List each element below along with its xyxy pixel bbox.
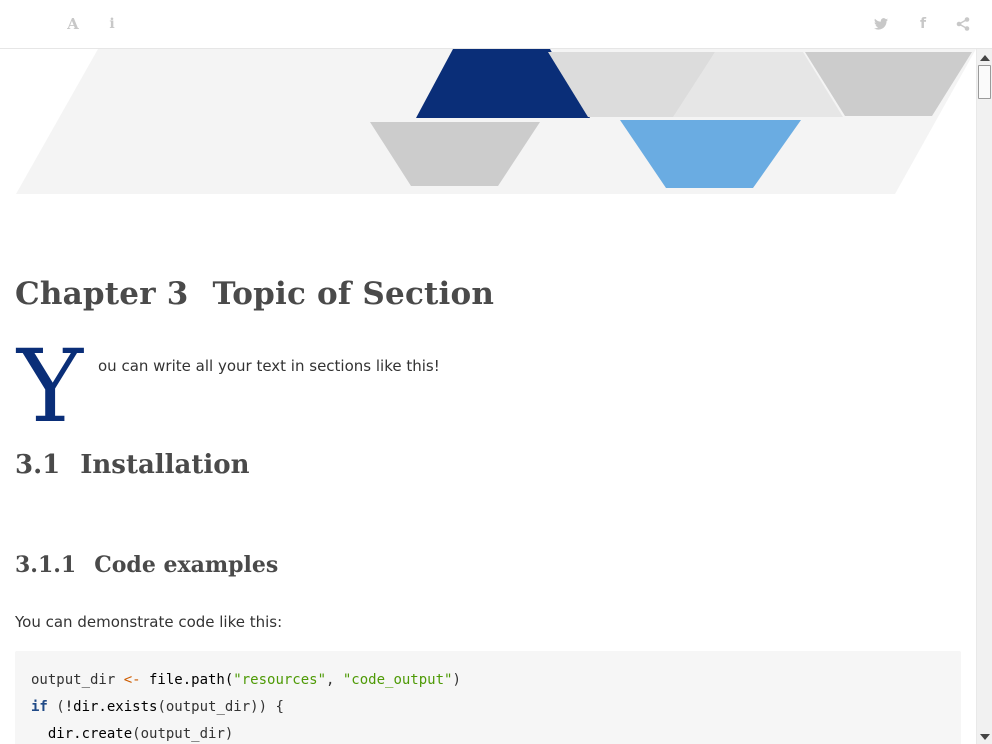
code-block: output_dir <- file.path("resources", "co… (15, 651, 961, 744)
subsection-title: Code examples (94, 552, 279, 578)
twitter-icon[interactable] (871, 14, 891, 34)
code-line: if (!dir.exists(output_dir)) { (31, 699, 284, 715)
section-number: 3.1 (15, 450, 61, 480)
subsection-number: 3.1.1 (15, 552, 77, 578)
share-icon[interactable] (953, 14, 973, 34)
section-title: Installation (80, 450, 250, 480)
intro-paragraph: ou can write all your text in sections l… (98, 357, 440, 375)
scroll-down-arrow-icon[interactable] (980, 734, 990, 740)
subsection-heading: 3.1.1 Code examples (15, 552, 278, 578)
chapter-number: Chapter 3 (15, 276, 189, 312)
chapter-heading: Chapter 3 Topic of Section (15, 276, 494, 312)
header-banner-image (16, 49, 976, 194)
code-line: dir.create(output_dir) (31, 726, 234, 742)
font-settings-icon[interactable]: A (63, 14, 83, 34)
scrollbar-thumb[interactable] (978, 65, 991, 99)
main-content: Chapter 3 Topic of Section Y ou can write… (0, 49, 976, 744)
top-toolbar: A i f (0, 0, 992, 49)
info-icon[interactable]: i (102, 14, 122, 34)
code-line: output_dir <- file.path("resources", "co… (31, 672, 461, 688)
vertical-scrollbar[interactable] (976, 49, 992, 744)
scroll-up-arrow-icon[interactable] (980, 55, 990, 61)
body-paragraph: You can demonstrate code like this: (15, 613, 283, 631)
drop-cap-letter: Y (17, 328, 84, 445)
chapter-title: Topic of Section (212, 276, 495, 312)
section-heading: 3.1 Installation (15, 450, 250, 480)
facebook-icon[interactable]: f (913, 14, 933, 34)
